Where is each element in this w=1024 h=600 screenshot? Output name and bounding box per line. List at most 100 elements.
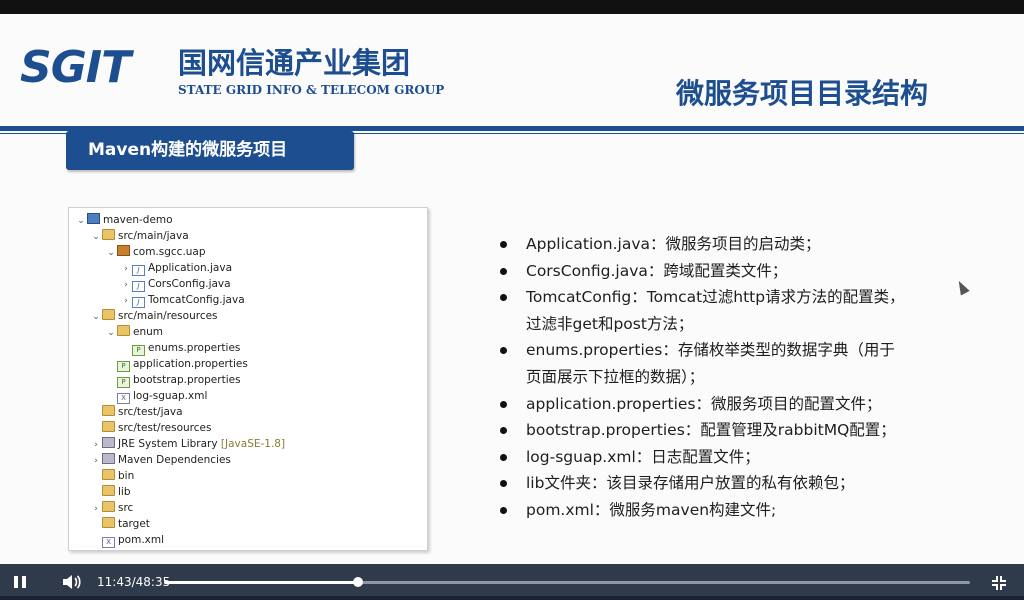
logo-english-name: STATE GRID INFO & TELECOM GROUP — [178, 83, 445, 97]
expand-chevron-icon[interactable]: ⌄ — [105, 245, 117, 261]
srcfolder-icon — [102, 405, 115, 416]
progress-fill — [164, 581, 359, 584]
java-icon: J — [132, 297, 145, 308]
folder-icon — [102, 517, 115, 528]
bullet-dot-icon — [500, 507, 507, 514]
tree-item-label: enums.properties — [148, 342, 241, 354]
tree-item-label: application.properties — [133, 358, 248, 370]
collapse-chevron-icon[interactable]: › — [120, 277, 132, 293]
collapse-chevron-icon[interactable]: › — [90, 501, 102, 517]
tree-item[interactable]: ⌄ maven-demo — [75, 212, 173, 228]
tree-item[interactable]: ⌄ src/main/java — [90, 228, 189, 244]
bullet-text: application.properties：微服务项目的配置文件； — [526, 394, 882, 413]
tree-item-label: bin — [118, 470, 135, 482]
java-icon: J — [132, 265, 145, 276]
srcfolder-icon — [102, 229, 115, 240]
bullet-dot-icon — [500, 347, 507, 355]
srcfolder-icon — [102, 421, 115, 432]
tree-item[interactable]: Penums.properties — [120, 340, 240, 356]
srcfolder-icon — [102, 309, 115, 320]
logo-mark: SGIT — [20, 42, 131, 93]
bullet-text: 过滤非get和post方法； — [526, 314, 694, 333]
tree-item[interactable]: ⌄ enum — [105, 324, 163, 340]
collapse-chevron-icon[interactable]: › — [120, 293, 132, 309]
slide: SGIT 国网信通产业集团 STATE GRID INFO & TELECOM … — [0, 14, 1024, 564]
tree-item[interactable]: src/test/java — [90, 404, 183, 420]
bullet-text: 页面展示下拉框的数据）； — [526, 368, 705, 386]
tree-item[interactable]: ⌄ src/main/resources — [90, 308, 218, 324]
tree-item-label: src/main/java — [118, 230, 189, 242]
expand-chevron-icon[interactable]: ⌄ — [75, 213, 87, 229]
collapse-chevron-icon[interactable]: › — [90, 453, 102, 469]
bullet-text: Application.java：微服务项目的启动类； — [526, 235, 821, 253]
playback-time: 11:43/48:35 — [97, 575, 171, 589]
bullet-dot-icon — [500, 241, 507, 248]
project-explorer-tree: ⌄ maven-demo ⌄ src/main/java ⌄ com.sgcc.uap › J… — [68, 207, 428, 551]
bullet-dot-icon — [500, 427, 507, 435]
tree-item-label: src — [118, 502, 134, 514]
tree-item-label: Application.java — [148, 262, 233, 274]
tree-item-label: log-sguap.xml — [133, 390, 208, 402]
java-icon: J — [132, 281, 145, 292]
lib-icon — [102, 437, 115, 448]
tree-item-label: src/test/java — [118, 406, 183, 418]
folder-icon — [117, 325, 130, 336]
progress-knob[interactable] — [353, 577, 364, 587]
volume-icon[interactable] — [62, 574, 82, 590]
bullet-text: enums.properties：存储枚举类型的数据字典（用于 — [526, 341, 895, 360]
progress-bar[interactable] — [164, 577, 970, 587]
tree-item[interactable]: › J Application.java — [120, 260, 232, 276]
bullet-text: log-sguap.xml：日志配置文件； — [526, 447, 760, 466]
bullet-text: pom.xml：微服务maven构建文件; — [526, 501, 777, 519]
tree-item-tag: [JavaSE-1.8] — [220, 438, 286, 450]
lib-icon — [102, 453, 115, 464]
mouse-cursor-icon — [954, 278, 970, 296]
tree-item[interactable]: › J TomcatConfig.java — [120, 292, 245, 308]
package-icon — [117, 245, 130, 256]
tree-item-label: Maven Dependencies — [118, 454, 231, 466]
tree-item[interactable]: ⌄ com.sgcc.uap — [105, 244, 206, 260]
tree-item-label: maven-demo — [103, 214, 173, 226]
bullet-dot-icon — [500, 294, 507, 302]
tree-item-label: com.sgcc.uap — [133, 246, 206, 258]
tree-item[interactable]: bin — [90, 468, 134, 484]
project-icon — [87, 213, 100, 224]
tree-item[interactable]: Papplication.properties — [105, 356, 248, 372]
bullet-text: bootstrap.properties：配置管理及rabbitMQ配置； — [526, 421, 896, 440]
xml-icon: X — [102, 537, 115, 548]
prop-icon: P — [117, 361, 130, 372]
collapse-chevron-icon[interactable]: › — [90, 437, 102, 453]
folder-icon — [102, 501, 115, 512]
tree-item-label: lib — [118, 486, 131, 498]
tree-item-label: TomcatConfig.java — [148, 294, 245, 306]
tree-item[interactable]: target — [90, 516, 150, 532]
pause-icon[interactable] — [14, 576, 26, 588]
expand-chevron-icon[interactable]: ⌄ — [90, 229, 102, 245]
tree-item[interactable]: › JRE System Library [JavaSE-1.8] — [90, 436, 285, 452]
tree-item[interactable]: › src — [90, 500, 133, 516]
bullet-text: CorsConfig.java：跨域配置类文件； — [526, 261, 788, 280]
top-bar — [0, 0, 1024, 14]
tree-item[interactable]: Xpom.xml — [90, 532, 164, 548]
tree-item-label: src/test/resources — [118, 422, 212, 434]
video-player-controls: 11:43/48:35 — [0, 564, 1024, 600]
tree-item[interactable]: Pbootstrap.properties — [105, 372, 241, 388]
tree-item[interactable]: › Maven Dependencies — [90, 452, 231, 468]
tree-item[interactable]: › J CorsConfig.java — [120, 276, 231, 292]
tree-item[interactable]: src/test/resources — [90, 420, 211, 436]
expand-chevron-icon[interactable]: ⌄ — [90, 309, 102, 325]
prop-icon: P — [132, 345, 145, 356]
tree-item-label: target — [118, 518, 150, 530]
tree-item[interactable]: Xlog-sguap.xml — [105, 388, 207, 404]
expand-chevron-icon[interactable]: ⌄ — [105, 325, 117, 341]
tree-item-label: src/main/resources — [118, 310, 218, 322]
folder-icon — [102, 485, 115, 496]
fullscreen-exit-icon[interactable] — [992, 575, 1006, 590]
tree-item-label: CorsConfig.java — [148, 278, 231, 290]
collapse-chevron-icon[interactable]: › — [120, 261, 132, 277]
bullet-dot-icon — [500, 453, 507, 461]
bullet-dot-icon — [500, 480, 507, 488]
tree-item[interactable]: lib — [90, 484, 131, 500]
section-tab: Maven构建的微服务项目 — [66, 131, 354, 170]
slide-title: 微服务项目目录结构 — [676, 77, 929, 110]
